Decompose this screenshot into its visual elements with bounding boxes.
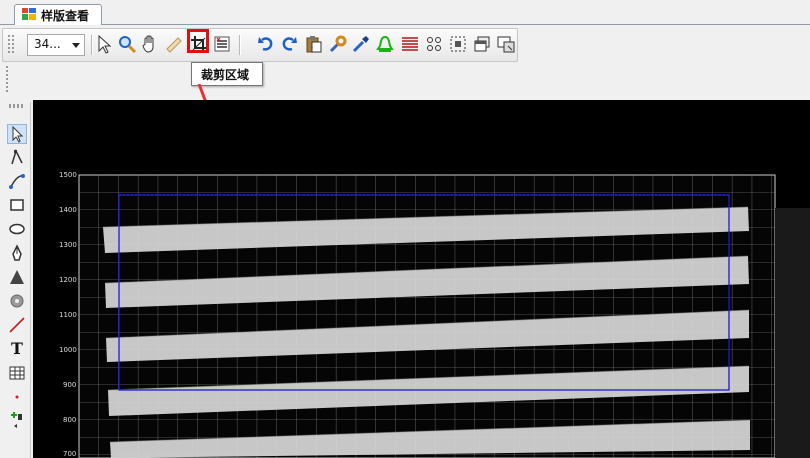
- crop-button-highlight: [187, 29, 209, 53]
- marker-icon[interactable]: [8, 388, 26, 406]
- ruler-icon[interactable]: [164, 34, 184, 54]
- list-edit-icon[interactable]: [212, 34, 232, 54]
- tab-label: 样版查看: [41, 9, 90, 23]
- table-icon[interactable]: [8, 364, 26, 382]
- zoom-value: 34...: [34, 37, 61, 51]
- text-tool-label: T: [11, 339, 23, 358]
- node-edit-icon[interactable]: [8, 148, 26, 166]
- dots-grid-icon[interactable]: [424, 34, 444, 54]
- app-icon: [22, 8, 36, 20]
- wrench-icon[interactable]: [328, 34, 348, 54]
- lines-icon[interactable]: [400, 34, 420, 54]
- tooltip-text: 裁剪区域: [201, 68, 250, 82]
- sample-image: [78, 174, 810, 458]
- y-tick-label: 900: [63, 381, 77, 389]
- toolbox-grip[interactable]: [9, 104, 23, 108]
- connector-icon[interactable]: [8, 410, 26, 428]
- y-tick-label: 700: [63, 450, 77, 458]
- pointer-icon[interactable]: [7, 124, 27, 144]
- y-tick-label: 1200: [59, 276, 77, 284]
- pan-hand-icon[interactable]: [140, 34, 160, 54]
- select-region-icon[interactable]: [448, 34, 468, 54]
- copy-window-icon[interactable]: [472, 34, 492, 54]
- y-tick-label: 1500: [59, 171, 77, 179]
- pen-icon[interactable]: [8, 244, 26, 262]
- undo-icon[interactable]: [256, 34, 276, 54]
- screen-export-icon[interactable]: [496, 34, 516, 54]
- select-arrow-icon[interactable]: [94, 34, 114, 54]
- text-icon[interactable]: T: [8, 339, 26, 358]
- zoom-icon[interactable]: [117, 34, 137, 54]
- tab-sample-view[interactable]: 样版查看: [14, 4, 102, 25]
- tooltip: 裁剪区域: [191, 62, 263, 86]
- tab-bar: [0, 0, 810, 25]
- image-canvas[interactable]: 1500 1400 1300 1200 1100 1000 900 800 70…: [33, 100, 810, 458]
- bezier-icon[interactable]: [8, 172, 26, 190]
- chevron-down-icon[interactable]: [72, 43, 80, 48]
- y-tick-label: 1000: [59, 346, 77, 354]
- left-toolbox: T: [3, 102, 31, 458]
- circle-icon[interactable]: [8, 292, 26, 310]
- line-icon[interactable]: [8, 316, 26, 334]
- y-tick-label: 1300: [59, 241, 77, 249]
- y-tick-label: 1100: [59, 311, 77, 319]
- toolbar-grip[interactable]: [6, 66, 8, 92]
- paste-icon[interactable]: [303, 34, 323, 54]
- rectangle-icon[interactable]: [8, 196, 26, 214]
- y-tick-label: 800: [63, 416, 77, 424]
- redo-icon[interactable]: [279, 34, 299, 54]
- toolbar-grip-2[interactable]: [12, 35, 14, 55]
- toolbar-grip[interactable]: [8, 35, 10, 55]
- y-tick-label: 1400: [59, 206, 77, 214]
- ellipse-icon[interactable]: [8, 220, 26, 238]
- main-toolbar: 34...: [2, 28, 518, 62]
- toolbar-separator: [91, 35, 92, 55]
- zoom-dropdown[interactable]: 34...: [27, 34, 85, 56]
- warning-bell-icon[interactable]: [375, 34, 395, 54]
- secondary-toolbar: [2, 64, 16, 94]
- eyedropper-icon[interactable]: [351, 34, 371, 54]
- triangle-icon[interactable]: [8, 268, 26, 286]
- toolbar-separator: [239, 35, 240, 55]
